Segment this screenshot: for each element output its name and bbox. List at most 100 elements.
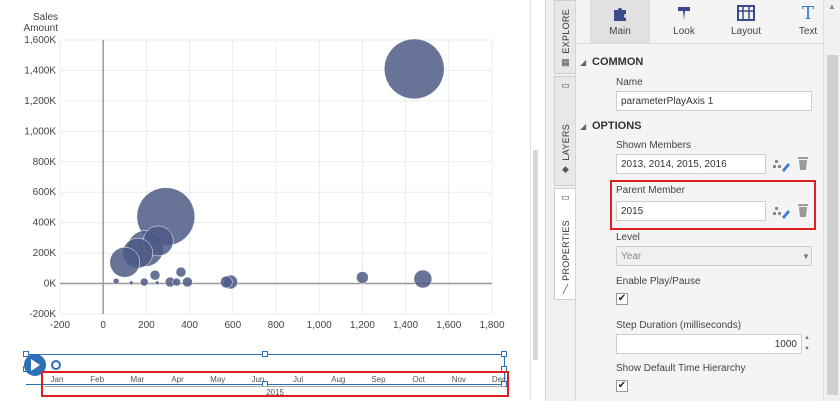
text-icon: T bbox=[801, 2, 814, 24]
bubble-point[interactable] bbox=[182, 276, 193, 288]
delete-members-icon[interactable] bbox=[797, 156, 809, 174]
panel-icon: ▭ bbox=[561, 80, 570, 90]
panel-scroll-thumb[interactable] bbox=[827, 55, 838, 395]
properties-panel: Main Look Layout T Text ◢ COMMON Name pa… bbox=[575, 0, 824, 401]
toolbar-layout-button[interactable]: Layout bbox=[716, 0, 776, 43]
timeline-month-label[interactable]: Oct bbox=[412, 375, 424, 384]
show-default-checkbox[interactable]: ✔ bbox=[616, 380, 628, 392]
x-tick-label: 1,600 bbox=[436, 320, 461, 331]
x-tick-label: 400 bbox=[181, 320, 198, 331]
y-tick-label: 1,600K bbox=[24, 35, 56, 46]
y-axis-title-line1: Sales bbox=[33, 12, 58, 23]
toolbar-main-label: Main bbox=[609, 26, 631, 37]
bubble-point[interactable] bbox=[149, 269, 161, 281]
bubble-point[interactable] bbox=[413, 269, 433, 289]
x-tick-label: 600 bbox=[224, 320, 241, 331]
x-tick-label: 0 bbox=[100, 320, 106, 331]
section-options-title: OPTIONS bbox=[592, 120, 642, 132]
timeline-month-label[interactable]: Dec bbox=[492, 375, 506, 384]
bubble-chart[interactable]: Sales Amount -200K 0K 200K 400K 600K 800K 1,00… bbox=[0, 0, 530, 401]
tab-properties-label: PROPERTIES bbox=[560, 220, 571, 281]
toolbar-main-button[interactable]: Main bbox=[590, 0, 650, 43]
x-tick-label: 1,800 bbox=[479, 320, 504, 331]
bubble-point[interactable] bbox=[109, 246, 141, 278]
grid-icon: ▦ bbox=[561, 56, 570, 67]
play-axis-slider-thumb[interactable] bbox=[51, 360, 61, 370]
timeline-month-label[interactable]: Sep bbox=[371, 375, 385, 384]
app-root: Sales Amount -200K 0K 200K 400K 600K 800K 1,00… bbox=[0, 0, 840, 401]
bubble-point[interactable] bbox=[139, 277, 149, 287]
play-icon bbox=[31, 359, 40, 371]
name-field[interactable]: parameterPlayAxis 1 bbox=[616, 91, 812, 111]
timeline-month-label[interactable]: May bbox=[210, 375, 225, 384]
bubble-point[interactable] bbox=[356, 271, 369, 284]
y-axis-title-line2: Amount bbox=[24, 23, 59, 34]
shown-members-label: Shown Members bbox=[616, 140, 692, 151]
bubble-point[interactable] bbox=[172, 277, 181, 287]
timeline-month-label[interactable]: Jul bbox=[293, 375, 303, 384]
timeline-month-label[interactable]: Mar bbox=[130, 375, 144, 384]
step-duration-label: Step Duration (milliseconds) bbox=[616, 320, 742, 331]
show-default-label: Show Default Time Hierarchy bbox=[616, 363, 746, 374]
y-tick-label: 800K bbox=[33, 157, 57, 168]
enable-play-label: Enable Play/Pause bbox=[616, 276, 701, 287]
layout-grid-icon bbox=[737, 3, 755, 23]
x-tick-label: 800 bbox=[268, 320, 285, 331]
bubble-point[interactable] bbox=[175, 266, 187, 278]
toolbar-look-button[interactable]: Look bbox=[654, 0, 714, 43]
play-axis-timeline[interactable]: Jan Feb Mar Apr May Jun Jul Aug Sep Oct Nov Dec 201… bbox=[41, 371, 509, 397]
tab-explore-label: EXPLORE bbox=[560, 9, 571, 54]
y-tick-label: 1,000K bbox=[24, 126, 56, 137]
collapse-arrow-icon[interactable]: ◢ bbox=[580, 58, 586, 67]
shown-members-field[interactable]: 2013, 2014, 2015, 2016 bbox=[616, 154, 766, 174]
name-label: Name bbox=[616, 77, 643, 88]
tab-explore[interactable]: EXPLORE ▦ bbox=[554, 0, 576, 74]
chart-svg: Sales Amount -200K 0K 200K 400K 600K 800K 1,00… bbox=[24, 12, 505, 331]
timeline-month-label[interactable]: Jun bbox=[251, 375, 264, 384]
section-common-title: COMMON bbox=[592, 56, 644, 68]
chevron-up-icon[interactable]: ▲ bbox=[804, 334, 816, 343]
bubble-point[interactable] bbox=[220, 275, 233, 289]
tab-properties[interactable]: ▭ PROPERTIES ╱ bbox=[554, 188, 576, 300]
parent-member-label: Parent Member bbox=[616, 185, 685, 196]
toolbar-text-label: Text bbox=[798, 26, 818, 37]
panel-scrollbar[interactable]: ▲ bbox=[823, 0, 840, 401]
y-tick-label: 400K bbox=[33, 218, 57, 229]
level-select[interactable]: Year bbox=[616, 246, 812, 266]
step-duration-field[interactable]: 1000 bbox=[616, 334, 802, 354]
timeline-month-label[interactable]: Nov bbox=[452, 375, 466, 384]
properties-toolbar: Main Look Layout T Text bbox=[576, 0, 824, 44]
y-tick-label: -200K bbox=[29, 309, 56, 320]
scroll-up-icon[interactable]: ▲ bbox=[828, 2, 836, 11]
edit-members-icon[interactable] bbox=[772, 156, 790, 175]
x-tick-label: 1,400 bbox=[393, 320, 418, 331]
tab-layers[interactable]: ▭ LAYERS ◆ bbox=[554, 76, 576, 186]
resize-handle-tc[interactable] bbox=[262, 351, 268, 357]
timeline-baseline bbox=[45, 386, 505, 387]
x-tick-label: 200 bbox=[138, 320, 155, 331]
brush-icon bbox=[675, 3, 693, 23]
layers-icon: ◆ bbox=[562, 163, 569, 174]
timeline-year-label: 2015 bbox=[266, 388, 284, 397]
step-duration-stepper[interactable]: ▲ ▼ bbox=[804, 334, 816, 354]
chevron-down-icon[interactable]: ▼ bbox=[804, 345, 816, 354]
enable-play-checkbox[interactable]: ✔ bbox=[616, 293, 628, 305]
timeline-month-label[interactable]: Aug bbox=[331, 375, 345, 384]
toolbar-look-label: Look bbox=[673, 26, 695, 37]
bubble-point[interactable] bbox=[154, 280, 160, 286]
timeline-month-label[interactable]: Feb bbox=[90, 375, 104, 384]
chart-scroll-thumb[interactable] bbox=[533, 150, 538, 360]
bubble-point[interactable] bbox=[383, 38, 445, 100]
x-tick-label: 1,000 bbox=[307, 320, 332, 331]
timeline-month-label[interactable]: Jan bbox=[51, 375, 64, 384]
bubble-point[interactable] bbox=[129, 280, 134, 286]
delete-parent-icon[interactable] bbox=[797, 203, 809, 221]
parent-member-field[interactable]: 2015 bbox=[616, 201, 766, 221]
timeline-month-label[interactable]: Apr bbox=[171, 375, 183, 384]
bubble-point[interactable] bbox=[112, 278, 120, 285]
y-tick-label: 600K bbox=[33, 187, 57, 198]
x-tick-label: 1,200 bbox=[350, 320, 375, 331]
edit-parent-icon[interactable] bbox=[772, 203, 790, 222]
resize-handle-tr[interactable] bbox=[501, 351, 507, 357]
collapse-arrow-icon[interactable]: ◢ bbox=[580, 122, 586, 131]
